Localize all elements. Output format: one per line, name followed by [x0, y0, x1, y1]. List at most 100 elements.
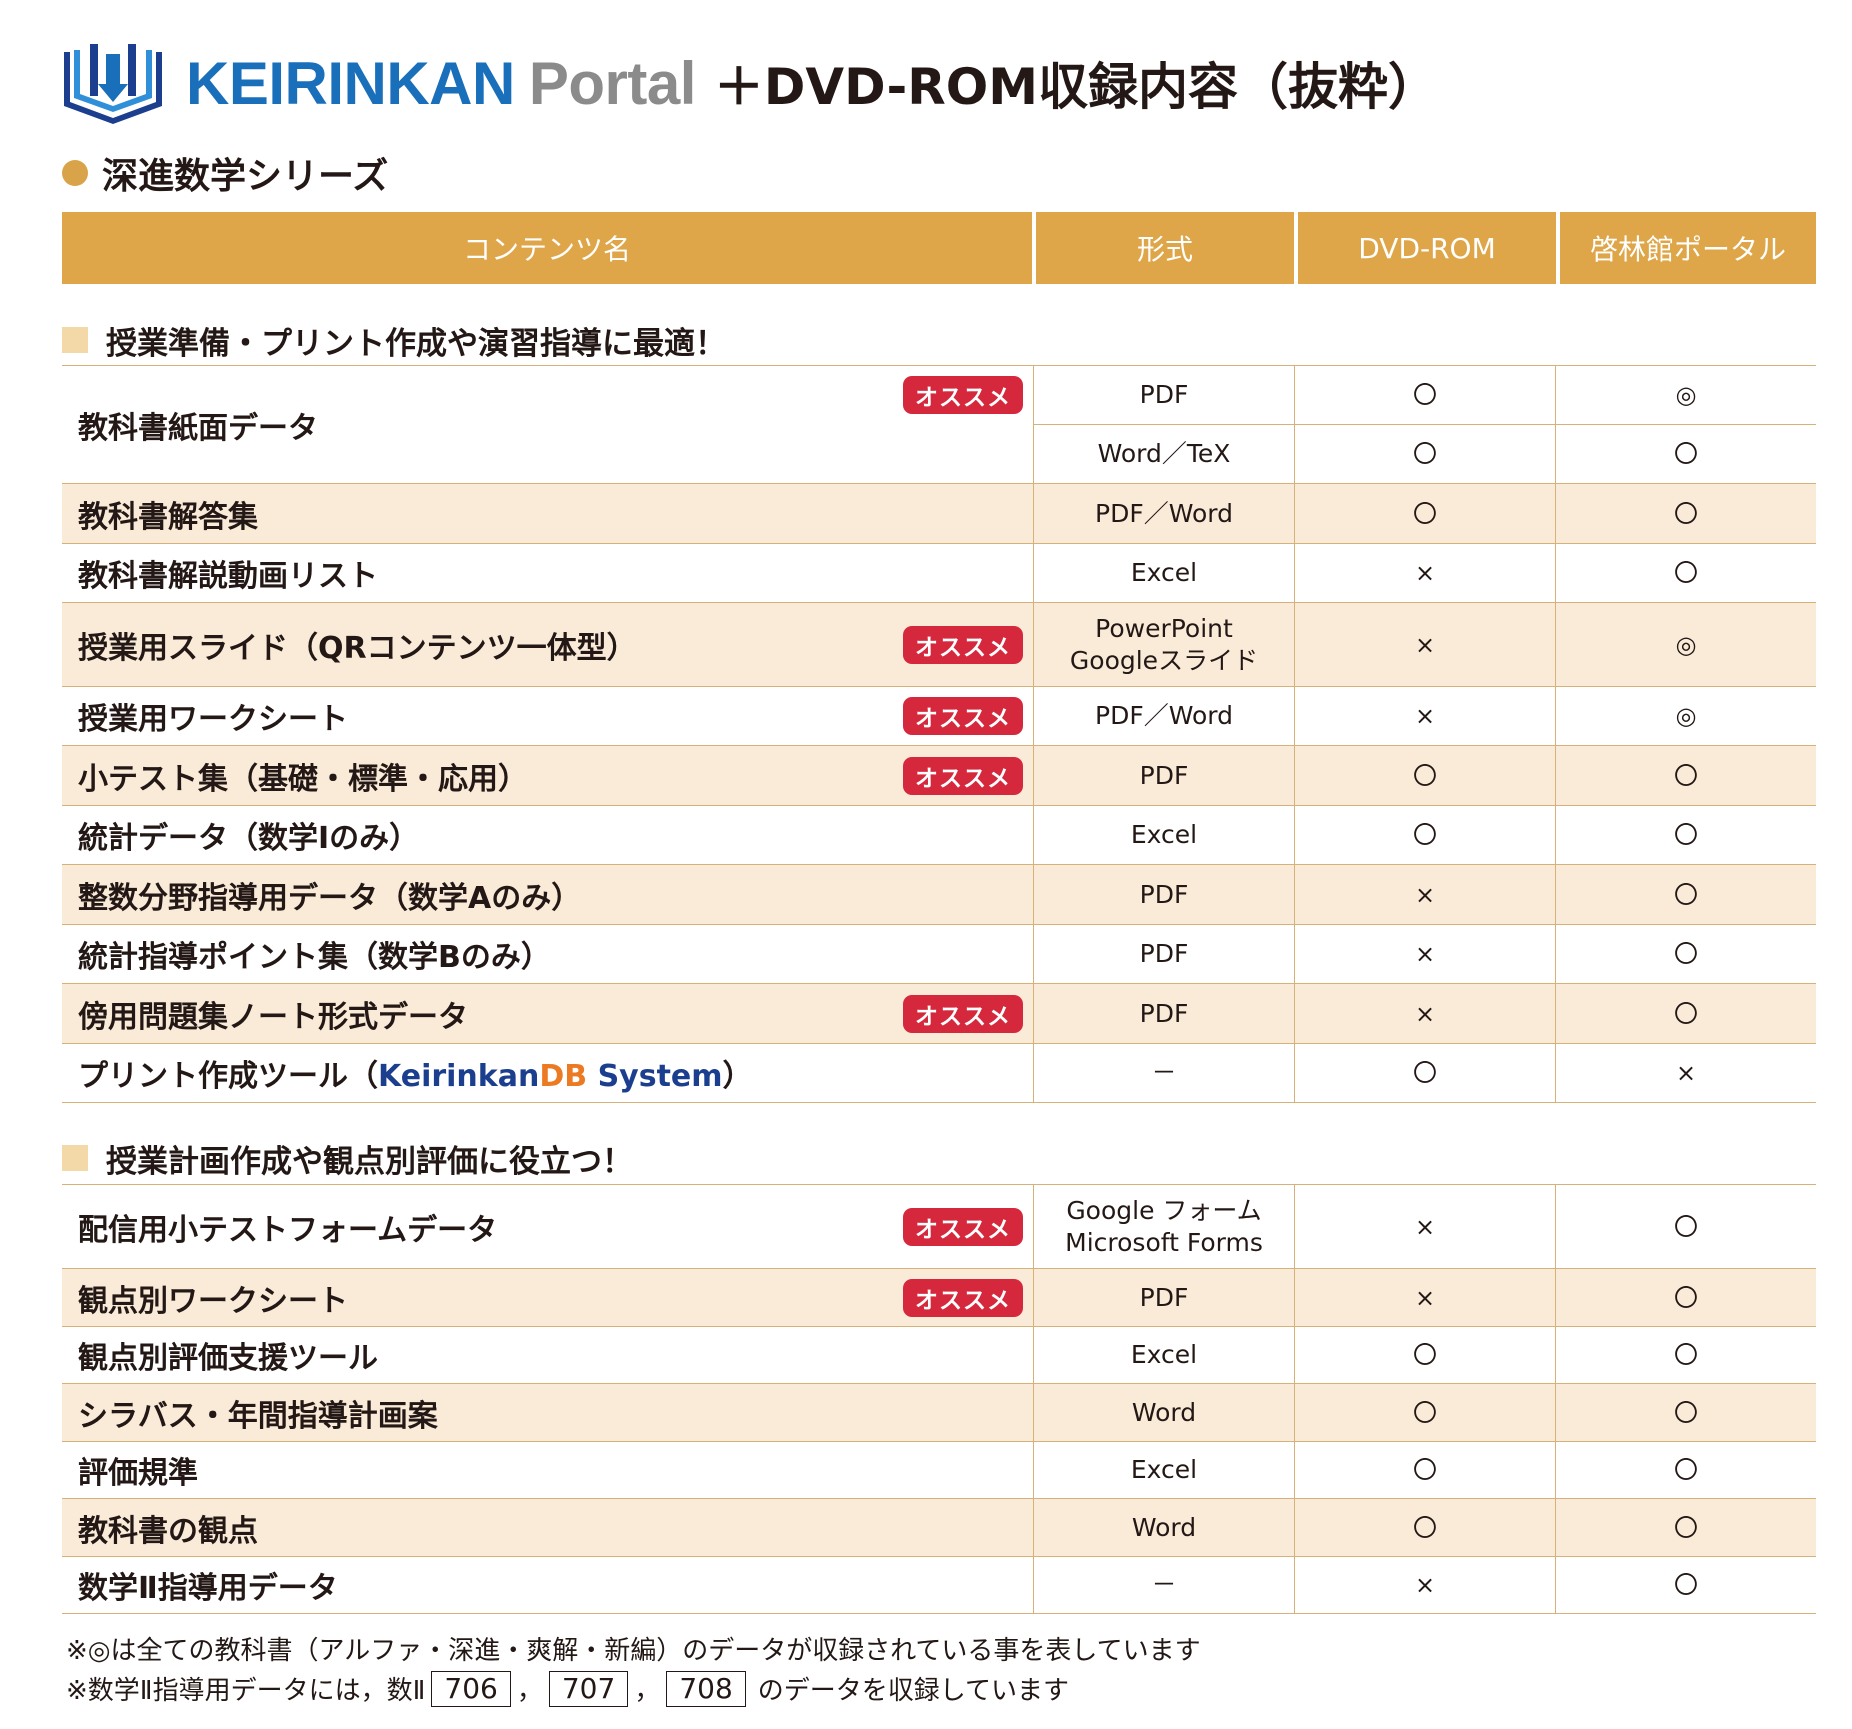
row-name-cell: 授業用ワークシート オススメ [62, 687, 1034, 745]
row-name-cell: 教科書の観点 [62, 1499, 1034, 1556]
portal-mark: 〇 [1674, 559, 1698, 587]
row-name: 小テスト集（基礎・標準・応用） [78, 761, 528, 797]
code-box-706: 706 [431, 1670, 511, 1707]
portal-mark: ◎ [1675, 381, 1697, 409]
bullet-dot-icon [62, 160, 88, 186]
portal-mark: 〇 [1674, 940, 1698, 968]
section-2-heading: 授業計画作成や観点別評価に役立つ！ [62, 1133, 633, 1183]
table-row: 統計指導ポイント集（数学Bのみ） PDF × 〇 [62, 925, 1816, 984]
row-name-cell: プリント作成ツール（KeirinkanDB System） [62, 1044, 1034, 1102]
portal-mark: 〇 [1674, 1513, 1698, 1542]
dvd-mark: 〇 [1295, 1327, 1556, 1383]
format-cell: Word／TeX [1034, 425, 1295, 483]
row-name: 授業用スライド（QRコンテンツ一体型） [78, 630, 637, 666]
sub-row: Word 〇 〇 [1034, 1499, 1816, 1556]
dvd-mark: 〇 [1295, 1442, 1556, 1498]
format-cell: － [1034, 1044, 1295, 1102]
format-cell: PDF [1034, 746, 1295, 805]
row-values: PDF 〇 〇 [1034, 746, 1816, 805]
row-values: PDF 〇 ◎ Word／TeX 〇 〇 [1034, 366, 1816, 483]
table-row: 評価規準 Excel 〇 〇 [62, 1442, 1816, 1499]
row-values: － × 〇 [1034, 1557, 1816, 1613]
table-row: 授業用ワークシート オススメ PDF／Word × ◎ [62, 687, 1816, 746]
brand-keirinkan: KEIRINKAN [186, 49, 515, 117]
recommend-badge: オススメ [903, 697, 1023, 735]
row-name: プリント作成ツール（KeirinkanDB System） [78, 1051, 753, 1095]
portal-mark: × [1675, 1059, 1697, 1087]
row-values: PDF × 〇 [1034, 865, 1816, 924]
row-values: Excel 〇 〇 [1034, 1327, 1816, 1383]
portal-mark: 〇 [1674, 821, 1698, 849]
col-header-format: 形式 [1036, 212, 1294, 284]
dvd-mark: 〇 [1295, 1384, 1556, 1441]
row-name-prefix: プリント作成ツール（ [78, 1059, 378, 1094]
sub-row: Excel 〇 〇 [1034, 1442, 1816, 1498]
format-cell: PDF [1034, 1269, 1295, 1326]
db-text: DB [539, 1059, 588, 1094]
recommend-badge: オススメ [903, 625, 1023, 664]
dvd-mark: 〇 [1295, 425, 1556, 483]
row-name-cell: 数学Ⅱ指導用データ [62, 1557, 1034, 1613]
format-cell: Word [1034, 1499, 1295, 1556]
row-values: PDF × 〇 [1034, 1269, 1816, 1326]
portal-mark: ◎ [1675, 630, 1697, 659]
keirinkan-logo-icon [64, 44, 162, 124]
row-values: Excel 〇 〇 [1034, 1442, 1816, 1498]
keirinkan-text: Keirinkan [378, 1059, 540, 1094]
table-row: 傍用問題集ノート形式データ オススメ PDF × 〇 [62, 984, 1816, 1044]
row-name: 整数分野指導用データ（数学Aのみ） [78, 880, 582, 916]
col-header-portal: 啓林館ポータル [1560, 212, 1816, 284]
page-title: ＋DVD-ROM収録内容（抜粋） [713, 58, 1439, 116]
row-name-cell: 観点別ワークシート オススメ [62, 1269, 1034, 1326]
format-cell: Excel [1034, 1442, 1295, 1498]
system-text: System [587, 1059, 723, 1094]
row-name: 授業用ワークシート [78, 702, 348, 737]
row-values: Excel × 〇 [1034, 544, 1816, 602]
col-header-dvd: DVD-ROM [1298, 212, 1556, 284]
square-bullet-icon [62, 1145, 88, 1171]
recommend-badge: オススメ [903, 756, 1023, 795]
format-cell: Word [1034, 1384, 1295, 1441]
row-name-cell: 統計データ（数学Ⅰのみ） [62, 806, 1034, 864]
portal-mark: 〇 [1674, 1283, 1698, 1312]
table-row: 整数分野指導用データ（数学Aのみ） PDF × 〇 [62, 865, 1816, 925]
format-cell: PDF [1034, 865, 1295, 924]
format-cell: PDF [1034, 984, 1295, 1043]
row-name-cell: 評価規準 [62, 1442, 1034, 1498]
row-name: 傍用問題集ノート形式データ [78, 999, 468, 1035]
sub-row: PDF × 〇 [1034, 984, 1816, 1043]
code-box-708: 708 [666, 1670, 746, 1707]
table-row: プリント作成ツール（KeirinkanDB System） － 〇 × [62, 1044, 1816, 1103]
sub-row: PDF／Word 〇 〇 [1034, 484, 1816, 543]
format-cell: PDF [1034, 925, 1295, 983]
sub-row: － 〇 × [1034, 1044, 1816, 1102]
recommend-badge: オススメ [903, 994, 1023, 1033]
series-heading: 深進数学シリーズ [62, 148, 388, 198]
row-name-suffix: ） [722, 1059, 753, 1094]
format-cell: Excel [1034, 806, 1295, 864]
sub-row: PDF × 〇 [1034, 925, 1816, 983]
format-cell: － [1034, 1557, 1295, 1613]
section-2-title: 授業計画作成や観点別評価に役立つ！ [106, 1143, 633, 1180]
sub-row: PDF 〇 ◎ [1034, 366, 1816, 424]
dvd-mark: × [1295, 1557, 1556, 1613]
dvd-mark: 〇 [1295, 746, 1556, 805]
row-values: PowerPoint Googleスライド × ◎ [1034, 603, 1816, 686]
table-row: 小テスト集（基礎・標準・応用） オススメ PDF 〇 〇 [62, 746, 1816, 806]
note-1-text: ※◎は全ての教科書（アルファ・深進・爽解・新編）のデータが収録されている事を表し… [66, 1636, 1201, 1666]
note-line-1: ※◎は全ての教科書（アルファ・深進・爽解・新編）のデータが収録されている事を表し… [66, 1630, 1201, 1667]
row-name-cell: 教科書解答集 [62, 484, 1034, 543]
code-box-707: 707 [548, 1670, 629, 1707]
row-values: Excel 〇 〇 [1034, 806, 1816, 864]
sub-row: Excel 〇 〇 [1034, 806, 1816, 864]
table-row: 統計データ（数学Ⅰのみ） Excel 〇 〇 [62, 806, 1816, 865]
format-line-2: Googleスライド [1069, 645, 1259, 675]
row-values: Word 〇 〇 [1034, 1499, 1816, 1556]
section-1-heading: 授業準備・プリント作成や演習指導に最適！ [62, 315, 726, 365]
dvd-mark: 〇 [1295, 806, 1556, 864]
table-row: 配信用小テストフォームデータ オススメ Google フォーム Microsof… [62, 1185, 1816, 1269]
row-values: － 〇 × [1034, 1044, 1816, 1102]
row-name-cell: 整数分野指導用データ（数学Aのみ） [62, 865, 1034, 924]
table-header: コンテンツ名 形式 DVD-ROM 啓林館ポータル [62, 212, 1816, 284]
dvd-mark: × [1295, 687, 1556, 745]
